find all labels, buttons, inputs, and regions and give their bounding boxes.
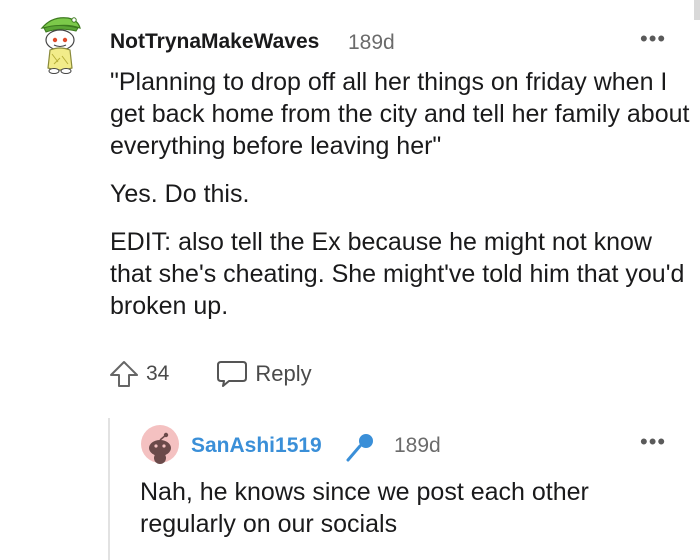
default-avatar-icon bbox=[141, 425, 179, 464]
comment-username[interactable]: NotTrynaMakeWaves bbox=[110, 30, 319, 54]
comment-actions: 34 Reply bbox=[108, 356, 312, 392]
snoo-avatar-icon bbox=[40, 17, 81, 74]
more-options-button[interactable]: ••• bbox=[640, 26, 666, 52]
comment-body: "Planning to drop off all her things on … bbox=[110, 66, 690, 338]
reply-username[interactable]: SanAshi1519 bbox=[191, 434, 322, 458]
reply-label: Reply bbox=[255, 361, 312, 386]
speech-bubble-icon bbox=[217, 361, 248, 387]
comment-paragraph: Yes. Do this. bbox=[110, 180, 250, 208]
avatar[interactable] bbox=[140, 424, 180, 464]
comment-age: 189d bbox=[348, 31, 395, 54]
scrollbar-thumb[interactable] bbox=[694, 0, 700, 20]
reply-body: Nah, he knows since we post each other r… bbox=[140, 478, 589, 538]
upvote-arrow-icon bbox=[110, 361, 138, 387]
thread-line[interactable] bbox=[108, 418, 110, 560]
more-options-button[interactable]: ••• bbox=[640, 429, 666, 455]
reply-age: 189d bbox=[394, 434, 441, 457]
avatar[interactable] bbox=[38, 14, 82, 74]
vote-count: 34 bbox=[146, 362, 170, 385]
upvote-button[interactable]: 34 bbox=[108, 358, 169, 390]
comment-paragraph: EDIT: also tell the Ex because he might … bbox=[110, 228, 685, 320]
reply-button[interactable]: Reply bbox=[215, 359, 312, 389]
comment-paragraph: "Planning to drop off all her things on … bbox=[110, 68, 690, 160]
microphone-icon bbox=[344, 430, 378, 464]
